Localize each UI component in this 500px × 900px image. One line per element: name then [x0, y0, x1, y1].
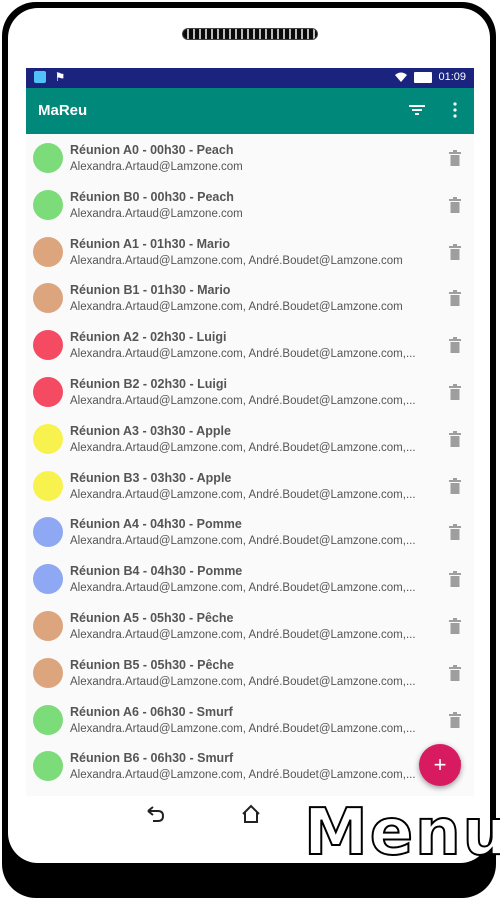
meeting-title: Réunion A0 - 00h30 - Peach	[70, 143, 234, 157]
meeting-title: Réunion B1 - 01h30 - Mario	[70, 283, 231, 298]
meeting-item[interactable]: Réunion B1 - 01h30 - Mario Alexandra.Arta…	[26, 274, 474, 321]
meeting-title: Réunion B5 - 05h30 - Pêche	[70, 657, 234, 672]
meeting-item[interactable]: Réunion B3 - 03h30 - Apple Alexandra.Arta…	[26, 462, 474, 509]
meeting-participants: Alexandra.Artaud@Lamzone.com, André.Boud…	[70, 675, 416, 688]
home-icon[interactable]	[240, 804, 262, 824]
meeting-item[interactable]: Réunion B6 - 06h30 - Smurf Alexandra.Arta…	[26, 742, 474, 789]
meeting-participants: Alexandra.Artaud@Lamzone.com, André.Boud…	[70, 254, 403, 267]
notification-icon	[34, 71, 46, 83]
meeting-title: Réunion A2 - 02h30 - Luigi	[70, 330, 227, 345]
meeting-item[interactable]: Réunion A3 - 03h30 - Apple Alexandra.Arta…	[26, 415, 474, 462]
filter-icon[interactable]	[408, 101, 426, 119]
trash-icon[interactable]	[448, 383, 462, 400]
room-color-dot	[33, 610, 63, 641]
meeting-item[interactable]: Réunion A0 - 00h30 - Peach Alexandra.Arta…	[26, 134, 474, 181]
meeting-participants: Alexandra.Artaud@Lamzone.com	[70, 207, 243, 220]
room-color-dot	[33, 330, 63, 361]
room-color-dot	[33, 704, 63, 735]
meeting-item[interactable]: Réunion B0 - 00h30 - Peach Alexandra.Arta…	[26, 181, 474, 228]
meeting-title: Réunion A1 - 01h30 - Mario	[70, 236, 230, 251]
meeting-participants: Alexandra.Artaud@Lamzone.com, André.Boud…	[70, 582, 416, 595]
add-meeting-button[interactable]: +	[419, 744, 461, 786]
app-bar: MaReu	[26, 88, 474, 134]
app-title: MaReu	[38, 102, 88, 119]
meeting-participants: Alexandra.Artaud@Lamzone.com, André.Boud…	[70, 488, 416, 501]
room-color-dot	[33, 517, 63, 548]
trash-icon[interactable]	[448, 571, 462, 588]
room-color-dot	[33, 236, 63, 267]
meeting-title: Réunion A4 - 04h30 - Pomme	[70, 517, 242, 532]
meeting-item[interactable]: Réunion A4 - 04h30 - Pomme Alexandra.Arta…	[26, 508, 474, 555]
meeting-title: Réunion A3 - 03h30 - Apple	[70, 423, 231, 438]
meeting-participants: Alexandra.Artaud@Lamzone.com, André.Boud…	[70, 769, 416, 782]
trash-icon[interactable]	[448, 711, 462, 728]
meeting-item[interactable]: Réunion A2 - 02h30 - Luigi Alexandra.Arta…	[26, 321, 474, 368]
meeting-participants: Alexandra.Artaud@Lamzone.com	[70, 161, 243, 173]
trash-icon[interactable]	[448, 290, 462, 307]
room-color-dot	[33, 470, 63, 501]
meeting-participants: Alexandra.Artaud@Lamzone.com, André.Boud…	[70, 535, 416, 548]
meeting-item[interactable]: Réunion B5 - 05h30 - Pêche Alexandra.Arta…	[26, 649, 474, 696]
more-vert-icon[interactable]	[446, 101, 464, 119]
battery-icon	[414, 71, 433, 83]
meeting-title: Réunion B0 - 00h30 - Peach	[70, 189, 234, 204]
meeting-item[interactable]: Réunion A1 - 01h30 - Mario Alexandra.Arta…	[26, 228, 474, 275]
room-color-dot	[33, 189, 63, 220]
wifi-icon	[395, 72, 408, 82]
trash-icon[interactable]	[448, 196, 462, 213]
trash-icon[interactable]	[448, 150, 462, 166]
status-right: 01:09	[394, 71, 466, 83]
trash-icon[interactable]	[448, 524, 462, 541]
app-actions	[408, 101, 464, 119]
back-icon[interactable]	[144, 804, 166, 824]
room-color-dot	[33, 564, 63, 595]
meeting-participants: Alexandra.Artaud@Lamzone.com, André.Boud…	[70, 722, 416, 735]
room-color-dot	[33, 283, 63, 314]
trash-icon[interactable]	[448, 477, 462, 494]
status-bar: ⚑ 01:09	[26, 68, 474, 88]
room-color-dot	[33, 143, 63, 173]
meeting-list: Réunion A0 - 00h30 - Peach Alexandra.Arta…	[26, 134, 474, 789]
meeting-item[interactable]: Réunion A5 - 05h30 - Pêche Alexandra.Arta…	[26, 602, 474, 649]
trash-icon[interactable]	[448, 617, 462, 634]
trash-icon[interactable]	[448, 664, 462, 681]
status-clock: 01:09	[438, 71, 466, 83]
room-color-dot	[33, 423, 63, 454]
meeting-participants: Alexandra.Artaud@Lamzone.com, André.Boud…	[70, 628, 416, 641]
meeting-item[interactable]: Réunion B2 - 02h30 - Luigi Alexandra.Arta…	[26, 368, 474, 415]
room-color-dot	[33, 657, 63, 688]
meeting-participants: Alexandra.Artaud@Lamzone.com, André.Boud…	[70, 441, 416, 454]
meeting-title: Réunion A5 - 05h30 - Pêche	[70, 610, 234, 625]
meeting-participants: Alexandra.Artaud@Lamzone.com, André.Boud…	[70, 348, 416, 361]
trash-icon[interactable]	[448, 243, 462, 260]
meeting-title: Réunion B2 - 02h30 - Luigi	[70, 376, 227, 391]
speaker-grille	[182, 28, 318, 40]
trash-icon[interactable]	[448, 430, 462, 447]
meeting-title: Réunion B6 - 06h30 - Smurf	[70, 751, 234, 766]
room-color-dot	[33, 376, 63, 407]
meeting-title: Réunion A6 - 06h30 - Smurf	[70, 704, 233, 719]
room-color-dot	[33, 751, 63, 782]
meeting-participants: Alexandra.Artaud@Lamzone.com, André.Boud…	[70, 301, 403, 314]
meeting-item[interactable]: Réunion B4 - 04h30 - Pomme Alexandra.Arta…	[26, 555, 474, 602]
meeting-participants: Alexandra.Artaud@Lamzone.com, André.Boud…	[70, 394, 416, 407]
screen: ⚑ 01:09 MaReu Réunion A0 - 00h30 - Peach	[26, 68, 474, 796]
trash-icon[interactable]	[448, 337, 462, 354]
status-left: ⚑	[34, 71, 66, 83]
debug-icon: ⚑	[54, 70, 66, 84]
meeting-item[interactable]: Réunion A6 - 06h30 - Smurf Alexandra.Arta…	[26, 696, 474, 743]
meeting-title: Réunion B4 - 04h30 - Pomme	[70, 564, 243, 579]
meeting-title: Réunion B3 - 03h30 - Apple	[70, 470, 232, 485]
watermark-text: Menu	[303, 795, 500, 871]
